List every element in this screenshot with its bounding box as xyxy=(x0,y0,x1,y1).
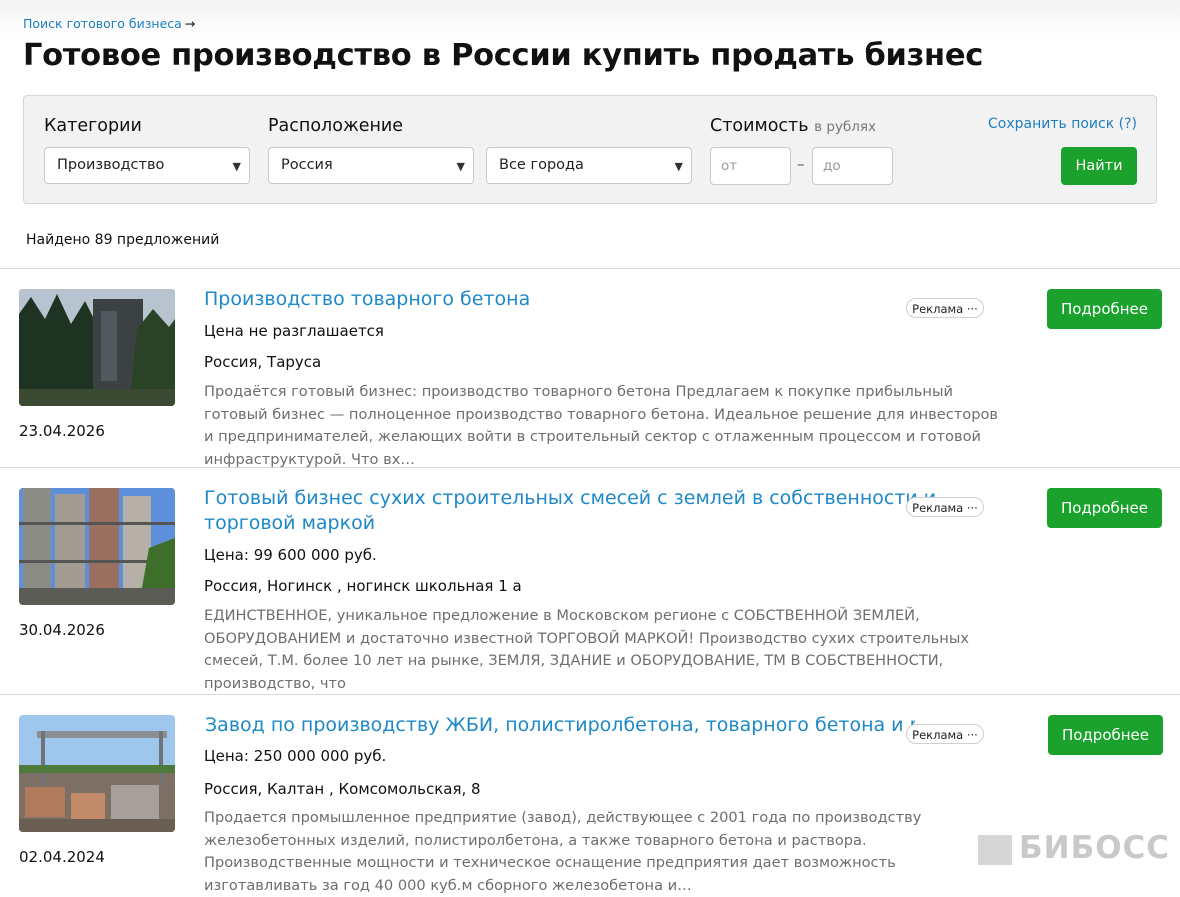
ad-label: Реклама xyxy=(912,728,964,742)
details-button[interactable]: Подробнее xyxy=(1047,289,1162,329)
ad-badge[interactable]: Реклама ··· xyxy=(906,298,984,318)
city-select-value: Все города xyxy=(499,157,584,173)
listing-photo[interactable] xyxy=(19,488,175,605)
listing-title[interactable]: Производство товарного бетона xyxy=(204,287,964,312)
logo-square-icon xyxy=(978,835,1012,865)
breadcrumb-label[interactable]: Поиск готового бизнеса xyxy=(23,16,182,31)
arrow-right-icon: → xyxy=(184,16,196,31)
country-select-value: Россия xyxy=(281,157,333,173)
divider xyxy=(0,694,1180,695)
chevron-down-icon: ▼ xyxy=(456,160,465,173)
listing-photo[interactable] xyxy=(19,289,175,406)
divider xyxy=(0,467,1180,468)
chevron-down-icon: ▼ xyxy=(232,160,241,173)
category-select[interactable]: Производство ▼ xyxy=(44,147,250,184)
listing-location: Россия, Таруса xyxy=(204,353,322,371)
ad-label: Реклама xyxy=(912,302,964,316)
price-label-text: Стоимость xyxy=(710,116,809,136)
more-dots-icon: ··· xyxy=(966,302,978,316)
find-button[interactable]: Найти xyxy=(1061,147,1137,185)
listing-date: 23.04.2026 xyxy=(19,422,105,440)
categories-label: Категории xyxy=(44,116,142,136)
listing-title[interactable]: Завод по производству ЖБИ, полистиролбет… xyxy=(205,713,915,738)
listing-title[interactable]: Готовый бизнес сухих строительных смесей… xyxy=(204,486,964,536)
listing-description: Продаётся готовый бизнес: производство т… xyxy=(204,383,998,468)
chevron-down-icon: ▼ xyxy=(674,160,683,173)
price-separator: – xyxy=(797,155,805,173)
search-filters-panel: Категории Расположение Стоимость в рубля… xyxy=(23,95,1157,204)
category-select-value: Производство xyxy=(57,157,165,173)
listing-price: Цена: 99 600 000 руб. xyxy=(204,546,377,564)
price-unit: в рублях xyxy=(814,119,876,135)
price-to-input[interactable]: до xyxy=(812,147,893,185)
listing-photo[interactable] xyxy=(19,715,175,832)
more-dots-icon: ··· xyxy=(966,501,978,515)
watermark-text: БИБОСС xyxy=(1019,830,1171,866)
results-count: Найдено 89 предложений xyxy=(26,232,220,248)
city-select[interactable]: Все города ▼ xyxy=(486,147,692,184)
more-dots-icon: ··· xyxy=(966,728,978,742)
country-select[interactable]: Россия ▼ xyxy=(268,147,474,184)
save-search-link[interactable]: Сохранить поиск (?) xyxy=(988,116,1137,132)
details-button[interactable]: Подробнее xyxy=(1047,488,1162,528)
breadcrumb[interactable]: Поиск готового бизнеса → xyxy=(23,16,195,31)
listing-location: Россия, Калтан , Комсомольская, 8 xyxy=(204,780,481,798)
listing-price: Цена: 250 000 000 руб. xyxy=(204,747,387,765)
ad-badge[interactable]: Реклама ··· xyxy=(906,497,984,517)
page-title: Готовое производство в России купить про… xyxy=(23,38,983,73)
listing-description: ЕДИНСТВЕННОЕ, уникальное предложение в М… xyxy=(204,607,969,692)
listing-price: Цена не разглашается xyxy=(204,322,384,340)
listing-location: Россия, Ногинск , ногинск школьная 1 а xyxy=(204,577,522,595)
price-from-input[interactable]: от xyxy=(710,147,791,185)
listing-date: 30.04.2026 xyxy=(19,621,105,639)
location-label: Расположение xyxy=(268,116,404,136)
listing-date: 02.04.2024 xyxy=(19,848,105,866)
watermark-logo: БИБОСС xyxy=(975,828,1180,870)
details-button[interactable]: Подробнее xyxy=(1048,715,1163,755)
divider xyxy=(0,268,1180,269)
price-label: Стоимость в рублях xyxy=(710,116,876,136)
ad-badge[interactable]: Реклама ··· xyxy=(906,724,984,744)
ad-label: Реклама xyxy=(912,501,964,515)
